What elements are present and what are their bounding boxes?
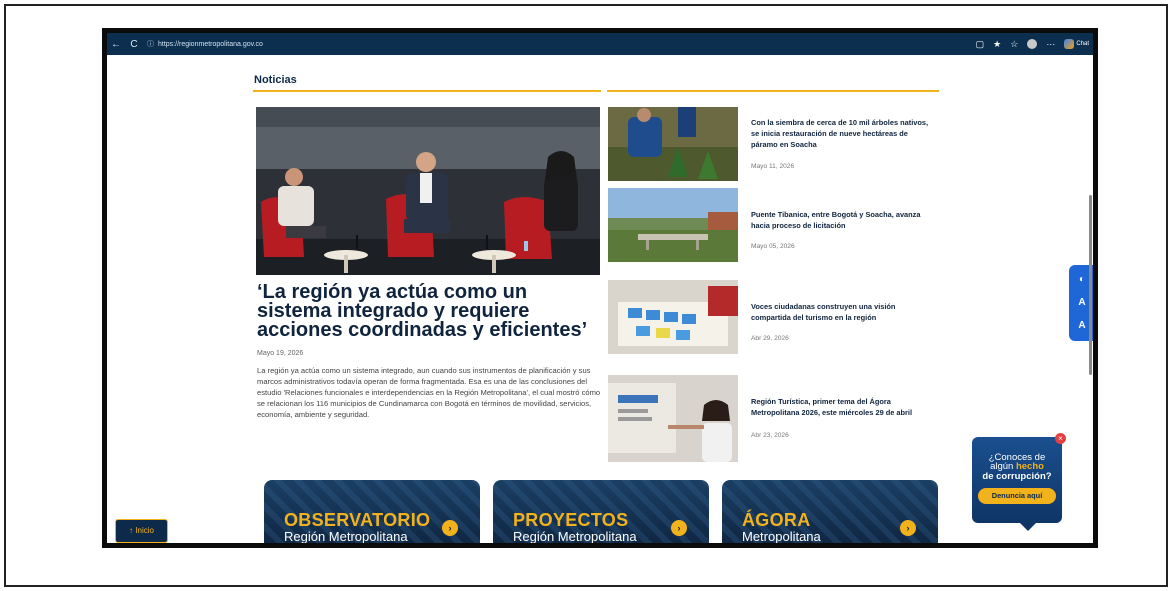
text-smaller-icon[interactable]: A bbox=[1076, 297, 1088, 309]
list-item[interactable]: Región Turística, primer tema del Ágora … bbox=[608, 375, 948, 462]
card-subtitle: Región Metropolitana bbox=[284, 529, 408, 544]
list-item[interactable]: Puente Tibanica, entre Bogotá y Soacha, … bbox=[608, 188, 948, 264]
main-news-photo[interactable] bbox=[256, 107, 600, 275]
list-item[interactable]: Voces ciudadanas construyen una visión c… bbox=[608, 280, 948, 356]
profile-avatar[interactable] bbox=[1027, 39, 1038, 49]
news-date: Abr 29, 2026 bbox=[751, 335, 789, 342]
back-icon[interactable]: ← bbox=[107, 39, 125, 50]
section-divider-right bbox=[607, 90, 939, 92]
favorite-star-icon[interactable]: ★ bbox=[993, 39, 1001, 50]
news-date: Mayo 11, 2026 bbox=[751, 163, 795, 170]
report-button[interactable]: Denuncia aquí bbox=[978, 488, 1056, 504]
screenshot-canvas: ← C ⓘ https://regionmetropolitana.gov.co… bbox=[4, 4, 1168, 587]
split-screen-icon[interactable]: ▢ bbox=[976, 39, 985, 50]
agora-presentation-image bbox=[608, 375, 738, 462]
card-subtitle: Región Metropolitana bbox=[513, 529, 637, 544]
reload-icon[interactable]: C bbox=[125, 39, 143, 50]
news-thumbnail[interactable] bbox=[608, 107, 738, 181]
card-title: PROYECTOS bbox=[513, 510, 629, 530]
copilot-chat-button[interactable]: Chat bbox=[1064, 39, 1089, 49]
main-news-date: Mayo 19, 2026 bbox=[257, 350, 304, 357]
news-title[interactable]: Con la siembra de cerca de 10 mil árbole… bbox=[751, 117, 936, 150]
news-title[interactable]: Región Turística, primer tema del Ágora … bbox=[751, 396, 936, 418]
main-news-summary: La región ya actúa como un sistema integ… bbox=[257, 366, 601, 419]
speech-tail bbox=[1020, 523, 1036, 531]
browser-actions: ▢ ★ ☆ ··· Chat bbox=[976, 33, 1089, 55]
url-text: https://regionmetropolitana.gov.co bbox=[158, 40, 263, 48]
card-title: OBSERVATORIO bbox=[284, 510, 431, 530]
more-menu-icon[interactable]: ··· bbox=[1046, 39, 1055, 49]
news-thumbnail[interactable] bbox=[608, 280, 738, 354]
corruption-report-widget[interactable]: × ¿Conoces de algún hecho de corrupción?… bbox=[972, 433, 1066, 531]
browser-toolbar: ← C ⓘ https://regionmetropolitana.gov.co… bbox=[107, 33, 1093, 55]
text-larger-icon[interactable]: A bbox=[1076, 320, 1088, 332]
section-divider-left bbox=[253, 90, 601, 92]
favorites-icon[interactable]: ☆ bbox=[1010, 39, 1018, 50]
card-subtitle: Metropolitana bbox=[742, 529, 821, 544]
main-news-headline[interactable]: ‘La región ya actúa como un sistema inte… bbox=[257, 282, 597, 340]
back-to-top-button[interactable]: ↑ Inicio bbox=[115, 519, 168, 543]
chevron-right-icon[interactable]: › bbox=[671, 520, 687, 536]
section-title: Noticias bbox=[254, 74, 297, 86]
news-date: Abr 23, 2026 bbox=[751, 432, 789, 439]
agora-card[interactable]: ÁGORA Metropolitana › bbox=[722, 480, 938, 544]
chevron-right-icon[interactable]: › bbox=[442, 520, 458, 536]
chat-label: Chat bbox=[1076, 41, 1089, 47]
page-scrollbar[interactable] bbox=[1089, 195, 1092, 375]
bridge-image bbox=[608, 188, 738, 262]
observatorio-card[interactable]: OBSERVATORIO Región Metropolitana › bbox=[264, 480, 480, 544]
card-title: ÁGORA bbox=[742, 510, 811, 530]
corruption-line-3: de corrupción? bbox=[982, 471, 1052, 482]
site-info-icon[interactable]: ⓘ bbox=[147, 39, 154, 49]
web-page: Noticias ‘La región ya actúa como un sis… bbox=[107, 55, 1093, 544]
proyectos-card[interactable]: PROYECTOS Región Metropolitana › bbox=[493, 480, 709, 544]
address-bar[interactable]: ⓘ https://regionmetropolitana.gov.co bbox=[147, 39, 263, 49]
panel-discussion-image bbox=[256, 107, 600, 275]
news-title[interactable]: Puente Tibanica, entre Bogotá y Soacha, … bbox=[751, 209, 936, 231]
tree-planting-image bbox=[608, 107, 738, 181]
news-thumbnail[interactable] bbox=[608, 188, 738, 262]
list-item[interactable]: Con la siembra de cerca de 10 mil árbole… bbox=[608, 107, 948, 183]
workshop-table-image bbox=[608, 280, 738, 354]
news-thumbnail[interactable] bbox=[608, 375, 738, 462]
news-date: Mayo 05, 2026 bbox=[751, 243, 795, 250]
copilot-icon bbox=[1064, 39, 1075, 49]
browser-window: ← C ⓘ https://regionmetropolitana.gov.co… bbox=[102, 28, 1098, 548]
chevron-right-icon[interactable]: › bbox=[900, 520, 916, 536]
close-icon[interactable]: × bbox=[1055, 433, 1066, 444]
news-title[interactable]: Voces ciudadanas construyen una visión c… bbox=[751, 301, 936, 323]
contrast-icon[interactable]: ◐ bbox=[1076, 274, 1088, 286]
